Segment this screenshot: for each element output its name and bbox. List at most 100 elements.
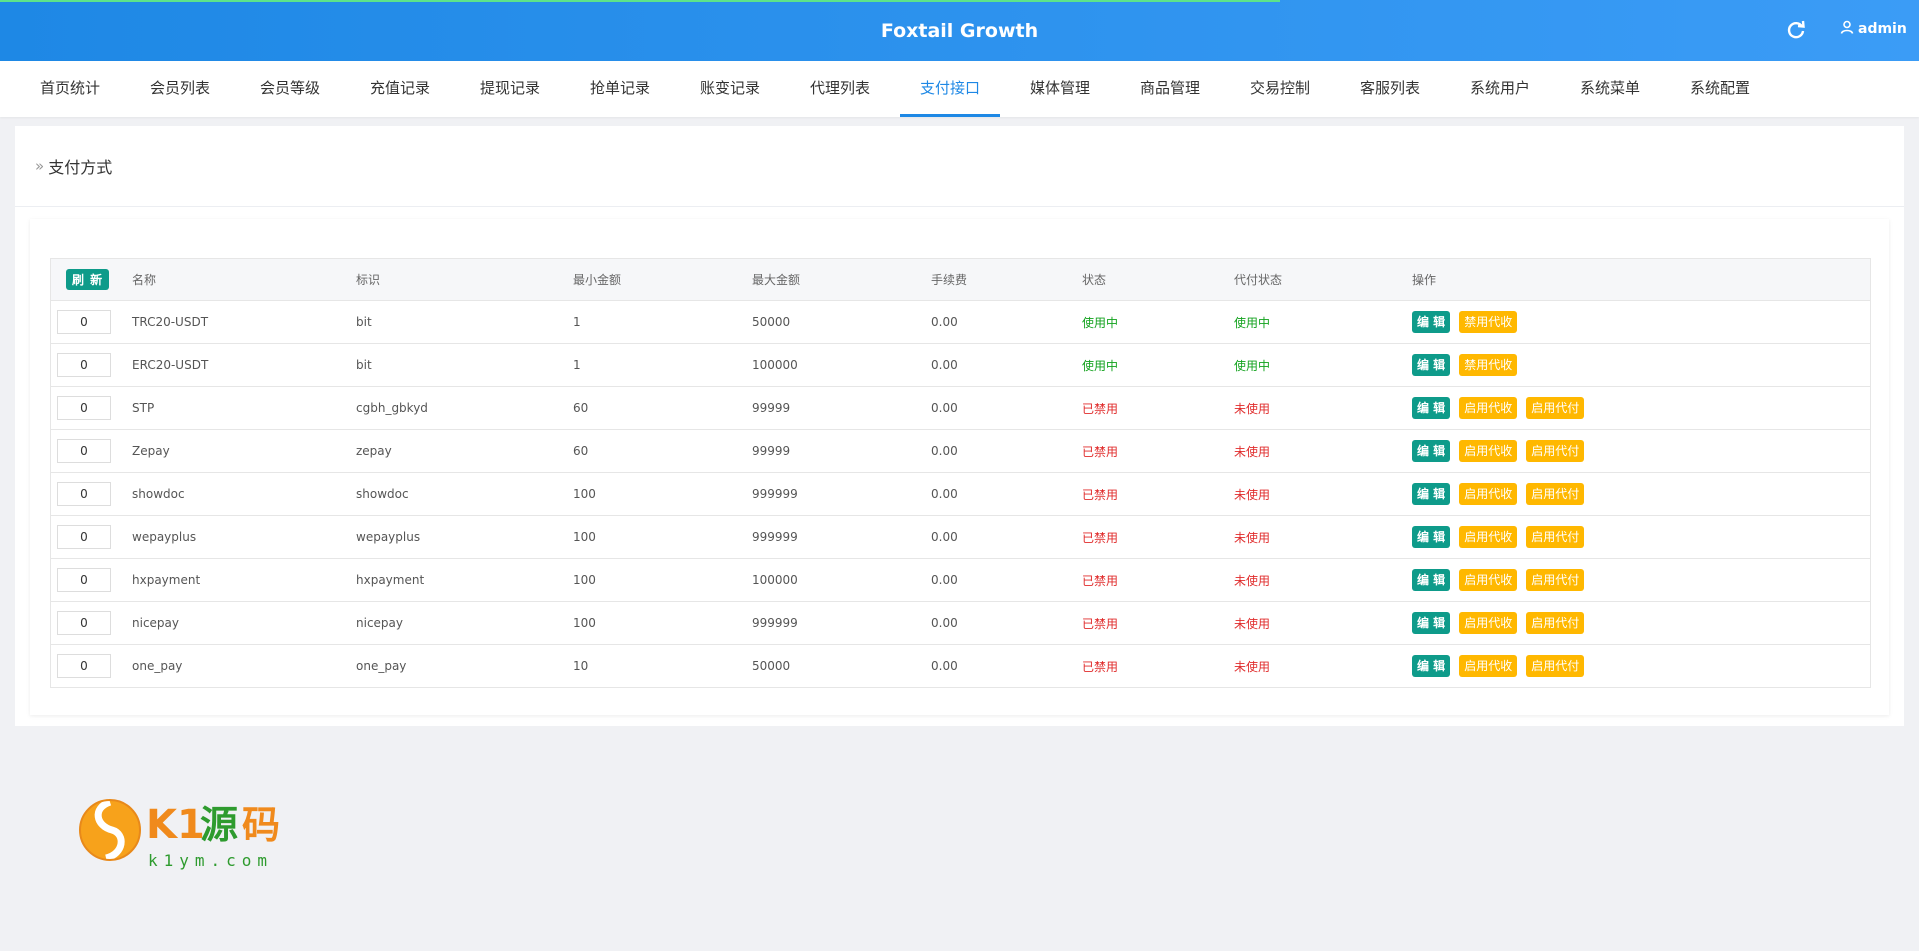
- refresh-icon[interactable]: [1784, 18, 1808, 42]
- nav-tab-13[interactable]: 系统用户: [1450, 61, 1550, 117]
- nav-tab-4[interactable]: 提现记录: [460, 61, 560, 117]
- column-header-2: 最小金额: [573, 273, 622, 287]
- cell-status: 已禁用: [1082, 401, 1119, 416]
- toggle-payout-button[interactable]: 启用代付: [1526, 397, 1585, 419]
- nav-tab-3[interactable]: 充值记录: [350, 61, 450, 117]
- cell-fee: 0.00: [931, 573, 958, 587]
- cell-code: bit: [356, 358, 372, 372]
- sort-order-input[interactable]: [57, 310, 111, 334]
- cell-status: 已禁用: [1082, 573, 1119, 588]
- toggle-payout-button[interactable]: 启用代付: [1526, 440, 1585, 462]
- cell-code: one_pay: [356, 659, 407, 673]
- refresh-button[interactable]: 刷 新: [66, 269, 110, 290]
- cell-max: 99999: [752, 444, 791, 458]
- actions-cell: 编 辑启用代收 启用代付: [1412, 645, 1593, 687]
- toggle-collect-button[interactable]: 启用代收: [1459, 569, 1518, 591]
- column-header-7: 操作: [1412, 273, 1437, 287]
- sort-order-input[interactable]: [57, 611, 111, 635]
- edit-button[interactable]: 编 辑: [1412, 526, 1451, 548]
- cell-fee: 0.00: [931, 487, 958, 501]
- cell-fee: 0.00: [931, 401, 958, 415]
- nav-tab-2[interactable]: 会员等级: [240, 61, 340, 117]
- cell-name: showdoc: [132, 487, 185, 501]
- sort-cell: [57, 430, 111, 472]
- cell-min: 60: [573, 401, 589, 415]
- cell-max: 99999: [752, 401, 791, 415]
- edit-button[interactable]: 编 辑: [1412, 483, 1451, 505]
- toggle-collect-button[interactable]: 启用代收: [1459, 483, 1518, 505]
- sort-cell: [57, 645, 111, 687]
- edit-button[interactable]: 编 辑: [1412, 569, 1451, 591]
- table-row: one_pay one_pay 10 50000 0.00 已禁用 未使用 编 辑启用代收启用…: [51, 645, 1870, 687]
- nav-tab-7[interactable]: 代理列表: [790, 61, 890, 117]
- sort-order-input[interactable]: [57, 482, 111, 506]
- toggle-payout-button[interactable]: 启用代付: [1526, 612, 1585, 634]
- nav-tab-6[interactable]: 账变记录: [680, 61, 780, 117]
- actions-cell: 编 辑禁用代收: [1412, 301, 1526, 343]
- table-card: 刷 新 名称 标识 最小金额 最大金额 手续费 状态 代付状态 操作 TRC20-USDT bi…: [30, 219, 1889, 715]
- nav-tab-0[interactable]: 首页统计: [20, 61, 120, 117]
- toggle-payout-button[interactable]: 启用代付: [1526, 483, 1585, 505]
- column-header-0: 名称: [132, 273, 157, 287]
- nav-tab-10[interactable]: 商品管理: [1120, 61, 1220, 117]
- toggle-payout-button[interactable]: 启用代付: [1526, 569, 1585, 591]
- toggle-collect-button[interactable]: 启用代收: [1459, 612, 1518, 634]
- sort-cell: [57, 344, 111, 386]
- toggle-payout-button[interactable]: 启用代付: [1526, 655, 1585, 677]
- cell-name: Zepay: [132, 444, 170, 458]
- nav-tab-5[interactable]: 抢单记录: [570, 61, 670, 117]
- sort-order-input[interactable]: [57, 654, 111, 678]
- cell-fee: 0.00: [931, 616, 958, 630]
- sort-order-input[interactable]: [57, 525, 111, 549]
- cell-min: 100: [573, 530, 596, 544]
- cell-status: 已禁用: [1082, 659, 1119, 674]
- nav-tab-11[interactable]: 交易控制: [1230, 61, 1330, 117]
- table-row: hxpayment hxpayment 100 100000 0.00 已禁用 未使用 编 辑…: [51, 559, 1870, 602]
- table-row: Zepay zepay 60 99999 0.00 已禁用 未使用 编 辑启用代收启用代付: [51, 430, 1870, 473]
- nav-tab-15[interactable]: 系统配置: [1670, 61, 1770, 117]
- nav-tab-9[interactable]: 媒体管理: [1010, 61, 1110, 117]
- cell-name: wepayplus: [132, 530, 197, 544]
- sort-order-input[interactable]: [57, 568, 111, 592]
- header-refresh-cell: 刷 新: [66, 259, 110, 300]
- cell-min: 100: [573, 616, 596, 630]
- cell-code: wepayplus: [356, 530, 421, 544]
- edit-button[interactable]: 编 辑: [1412, 397, 1451, 419]
- toggle-collect-button[interactable]: 禁用代收: [1459, 311, 1518, 333]
- actions-cell: 编 辑启用代收 启用代付: [1412, 387, 1593, 429]
- edit-button[interactable]: 编 辑: [1412, 655, 1451, 677]
- toggle-collect-button[interactable]: 禁用代收: [1459, 354, 1518, 376]
- nav-tab-1[interactable]: 会员列表: [130, 61, 230, 117]
- nav-tab-8[interactable]: 支付接口: [900, 61, 1000, 117]
- edit-button[interactable]: 编 辑: [1412, 311, 1451, 333]
- cell-code: cgbh_gbkyd: [356, 401, 428, 415]
- actions-cell: 编 辑禁用代收: [1412, 344, 1526, 386]
- toggle-collect-button[interactable]: 启用代收: [1459, 655, 1518, 677]
- cell-min: 100: [573, 573, 596, 587]
- edit-button[interactable]: 编 辑: [1412, 612, 1451, 634]
- sort-order-input[interactable]: [57, 439, 111, 463]
- cell-status: 使用中: [1082, 315, 1119, 330]
- svg-text:K1: K1: [146, 802, 205, 848]
- sort-cell: [57, 516, 111, 558]
- sort-order-input[interactable]: [57, 353, 111, 377]
- k1-logo-watermark: K1 源 码 k1ym.com: [79, 798, 280, 870]
- svg-text:源: 源: [200, 803, 238, 847]
- toggle-payout-button[interactable]: 启用代付: [1526, 526, 1585, 548]
- top-header: Foxtail Growth admin: [0, 0, 1919, 61]
- nav-tab-14[interactable]: 系统菜单: [1560, 61, 1660, 117]
- sort-order-input[interactable]: [57, 396, 111, 420]
- edit-button[interactable]: 编 辑: [1412, 440, 1451, 462]
- cell-min: 60: [573, 444, 589, 458]
- edit-button[interactable]: 编 辑: [1412, 354, 1451, 376]
- toggle-collect-button[interactable]: 启用代收: [1459, 397, 1518, 419]
- toggle-collect-button[interactable]: 启用代收: [1459, 526, 1518, 548]
- toggle-collect-button[interactable]: 启用代收: [1459, 440, 1518, 462]
- cell-payout: 未使用: [1234, 401, 1271, 416]
- nav-tab-12[interactable]: 客服列表: [1340, 61, 1440, 117]
- user-menu[interactable]: admin: [1840, 20, 1907, 38]
- cell-payout: 未使用: [1234, 487, 1271, 502]
- cell-max: 999999: [752, 530, 798, 544]
- column-header-5: 状态: [1082, 273, 1107, 287]
- cell-code: hxpayment: [356, 573, 425, 587]
